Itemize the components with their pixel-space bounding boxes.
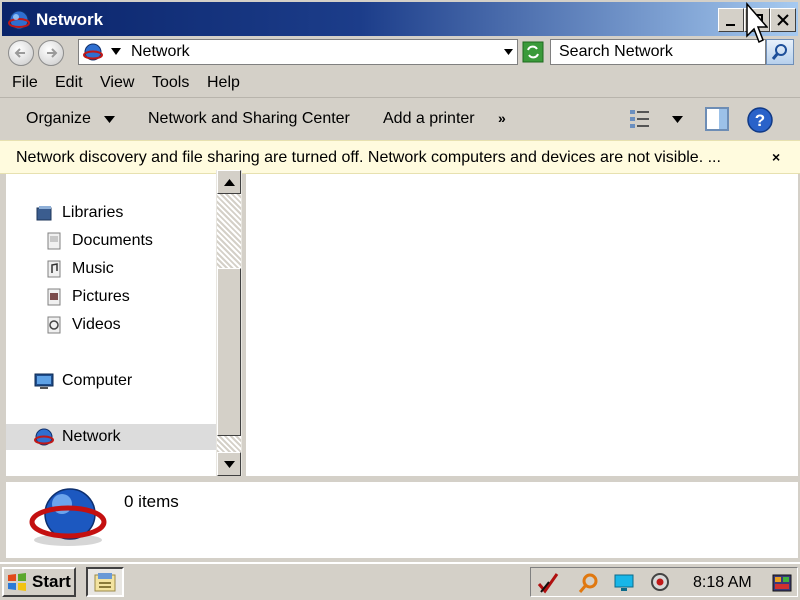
chevron-right-icon[interactable] <box>111 48 121 56</box>
scroll-up-button[interactable] <box>217 170 241 194</box>
organize-button[interactable]: Organize <box>26 110 91 128</box>
library-icon <box>36 206 52 221</box>
view-icon[interactable] <box>628 108 654 130</box>
chevron-down-icon <box>223 460 235 468</box>
refresh-icon[interactable] <box>522 41 544 63</box>
nav-item-computer[interactable]: Computer <box>34 368 132 394</box>
system-tray: 8:18 AM <box>530 567 798 597</box>
computer-icon <box>34 373 54 389</box>
document-icon <box>47 232 61 250</box>
network-globe-icon <box>29 488 107 546</box>
nav-item-label: Libraries <box>62 204 124 221</box>
nav-item-music[interactable]: Music <box>44 256 114 282</box>
videos-icon <box>47 316 61 334</box>
start-button[interactable]: Start <box>2 567 76 597</box>
close-icon <box>777 14 789 26</box>
nav-item-label: Documents <box>72 232 153 249</box>
menu-edit[interactable]: Edit <box>55 74 83 92</box>
item-count: 0 items <box>124 492 179 511</box>
nav-item-label: Music <box>72 260 114 277</box>
clock[interactable]: 8:18 AM <box>693 574 752 592</box>
details-pane: 0 items <box>6 482 798 558</box>
search-input[interactable]: Search Network <box>550 39 766 65</box>
nav-item-videos[interactable]: Videos <box>44 312 121 338</box>
forward-icon <box>47 48 58 58</box>
navigation-pane: Libraries Documents Music Pictures Video… <box>6 174 216 476</box>
address-box[interactable]: Network <box>78 39 518 65</box>
info-bar-message: Network discovery and file sharing are t… <box>16 149 721 166</box>
search-button[interactable] <box>766 39 794 65</box>
preview-pane-icon[interactable] <box>704 106 730 132</box>
menu-view[interactable]: View <box>100 74 134 92</box>
more-commands-button[interactable]: » <box>498 110 506 126</box>
search-icon[interactable] <box>577 572 599 594</box>
close-button[interactable] <box>770 8 796 32</box>
scroll-thumb[interactable] <box>217 268 241 436</box>
nav-item-label: Computer <box>62 372 133 389</box>
pictures-icon <box>47 288 61 306</box>
scroll-down-button[interactable] <box>217 452 241 476</box>
show-desktop-icon[interactable] <box>771 572 793 594</box>
security-check-icon[interactable] <box>537 572 559 594</box>
file-list-pane[interactable] <box>246 174 798 476</box>
info-bar-close-button[interactable]: × <box>772 149 780 165</box>
windows-logo-icon <box>8 573 26 591</box>
taskbar-window-button[interactable] <box>86 567 124 597</box>
info-bar[interactable]: Network discovery and file sharing are t… <box>0 140 800 174</box>
menu-help[interactable]: Help <box>207 74 240 92</box>
minimize-icon <box>726 24 735 26</box>
folder-window-icon <box>94 573 116 592</box>
minimize-button[interactable] <box>718 8 744 32</box>
network-globe-icon <box>8 10 30 30</box>
nav-item-label: Network <box>62 428 121 445</box>
menu-file[interactable]: File <box>12 74 38 92</box>
mouse-cursor-icon <box>746 2 768 44</box>
nav-item-label: Pictures <box>72 288 130 305</box>
svg-text:?: ? <box>755 111 765 130</box>
start-label: Start <box>32 572 71 591</box>
search-icon <box>771 44 787 60</box>
webcam-icon[interactable] <box>649 572 671 594</box>
chevron-down-icon[interactable] <box>104 116 115 123</box>
chevron-up-icon <box>223 178 235 186</box>
title-bar: Network <box>0 0 800 36</box>
add-printer-button[interactable]: Add a printer <box>383 110 475 128</box>
nav-item-label: Videos <box>72 316 121 333</box>
taskbar: Start 8:18 AM <box>0 562 800 600</box>
chevron-down-icon[interactable] <box>504 49 513 55</box>
forward-button[interactable] <box>38 40 64 66</box>
address-location: Network <box>131 43 190 60</box>
music-icon <box>47 260 61 278</box>
back-icon <box>14 48 25 58</box>
nav-item-pictures[interactable]: Pictures <box>44 284 130 310</box>
menu-tools[interactable]: Tools <box>152 74 189 92</box>
address-toolbar: Network Search Network <box>0 36 800 68</box>
menu-bar: File Edit View Tools Help <box>0 68 800 98</box>
network-globe-icon <box>34 428 54 446</box>
window-title: Network <box>36 10 104 29</box>
nav-item-documents[interactable]: Documents <box>44 228 153 254</box>
navigation-scrollbar[interactable] <box>216 170 242 476</box>
back-button[interactable] <box>8 40 34 66</box>
chevron-down-icon[interactable] <box>672 116 683 123</box>
help-icon[interactable]: ? <box>746 106 774 134</box>
network-globe-icon <box>83 43 103 61</box>
nav-item-libraries[interactable]: Libraries <box>34 200 123 226</box>
network-sharing-center-button[interactable]: Network and Sharing Center <box>148 110 350 128</box>
monitor-icon[interactable] <box>613 572 635 594</box>
nav-item-network[interactable]: Network <box>6 424 216 450</box>
